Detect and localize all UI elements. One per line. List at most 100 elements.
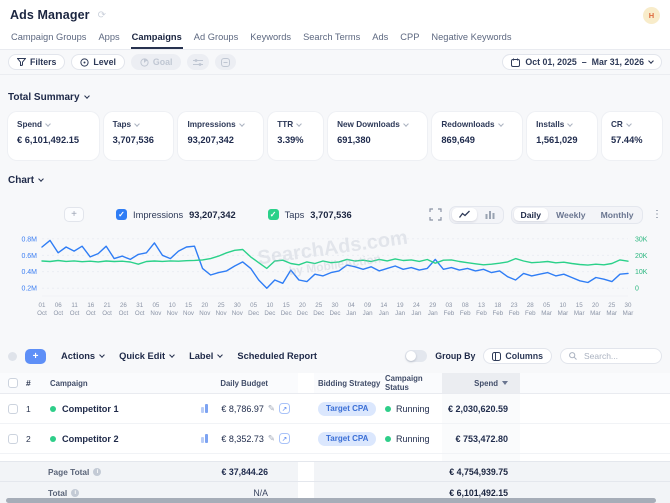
row-num: 2	[26, 424, 42, 453]
info-icon[interactable]: i	[71, 489, 79, 497]
row-checkbox[interactable]	[8, 434, 18, 444]
quick-edit-menu[interactable]: Quick Edit	[119, 351, 174, 361]
line-chart-canvas[interactable]: 0.8M30K0.6M20K0.4M10K0.2M001Oct06Oct11Oc…	[8, 228, 662, 324]
chevron-down-icon	[169, 352, 175, 358]
info-icon[interactable]: i	[93, 468, 101, 476]
filters-button[interactable]: Filters	[8, 54, 65, 70]
card-label: Redownloads	[441, 120, 494, 129]
total-label: Total	[48, 488, 67, 498]
funnel-icon	[17, 58, 26, 66]
campaign-name[interactable]: Competitor 1	[62, 404, 119, 414]
goal-arrow-icon[interactable]: ↗	[279, 403, 290, 414]
granularity-monthly[interactable]: Monthly	[594, 208, 641, 221]
add-metric-button[interactable]: +	[64, 207, 84, 222]
column-header-campaign[interactable]: Campaign	[42, 373, 196, 393]
chevron-down-icon[interactable]	[45, 121, 51, 127]
tab-keywords[interactable]: Keywords	[249, 30, 292, 49]
edit-pencil-icon[interactable]: ✎	[268, 403, 275, 414]
chevron-down-icon[interactable]	[498, 121, 504, 127]
tab-ads[interactable]: Ads	[371, 30, 389, 49]
running-dot-icon	[385, 436, 391, 442]
legend-taps[interactable]: ✓ Taps 3,707,536	[268, 209, 352, 220]
row-num: 3	[26, 454, 42, 461]
spend-header-label: Spend	[474, 379, 498, 388]
avatar[interactable]: H	[643, 7, 660, 24]
date-end: Mar 31, 2026	[592, 57, 644, 67]
table-header-row: # Campaign Daily Budget Bidding Strategy…	[0, 373, 670, 394]
scheduled-report-button[interactable]: Scheduled Report	[237, 351, 317, 361]
tab-cpp[interactable]: CPP	[399, 30, 420, 49]
campaign-name[interactable]: Competitor 2	[62, 434, 119, 444]
columns-button[interactable]: Columns	[483, 348, 552, 364]
row-checkbox[interactable]	[8, 404, 18, 414]
tab-campaign-groups[interactable]: Campaign Groups	[10, 30, 87, 49]
select-all-checkbox[interactable]	[8, 378, 18, 388]
granularity-weekly[interactable]: Weekly	[549, 208, 592, 221]
tab-campaigns[interactable]: Campaigns	[131, 30, 183, 49]
date-separator: –	[582, 57, 587, 67]
card-label: Installs	[536, 120, 564, 129]
page-title: Ads Manager	[10, 8, 90, 22]
search-box[interactable]	[560, 348, 662, 364]
edit-pencil-icon[interactable]: ✎	[268, 433, 275, 444]
goal-arrow-icon[interactable]: ↗	[279, 433, 290, 444]
chevron-down-icon[interactable]	[239, 121, 245, 127]
svg-text:15Mar: 15Mar	[574, 302, 585, 317]
svg-text:15Dec: 15Dec	[281, 302, 292, 317]
label-menu[interactable]: Label	[189, 351, 222, 361]
card-label: TTR	[277, 120, 293, 129]
legend-impressions[interactable]: ✓ Impressions 93,207,342	[116, 209, 236, 220]
chevron-down-icon[interactable]	[626, 121, 632, 127]
summary-card-taps: Taps 3,707,536	[104, 112, 174, 160]
total-summary-header[interactable]: Total Summary	[8, 91, 662, 103]
page-total-row: Page Total i € 37,844.26 € 4,754,939.75	[0, 461, 670, 481]
mini-chart-icon[interactable]	[201, 434, 208, 443]
fullscreen-icon[interactable]	[429, 208, 442, 221]
column-header-bidding-strategy[interactable]: Bidding Strategy	[314, 373, 383, 393]
search-input[interactable]	[582, 350, 652, 362]
chevron-down-icon	[84, 93, 90, 99]
chevron-down-icon[interactable]	[296, 121, 302, 127]
add-campaign-button[interactable]: +	[25, 349, 46, 364]
line-chart-button[interactable]	[452, 208, 477, 221]
column-header-daily-budget[interactable]: Daily Budget	[212, 373, 298, 393]
summary-card-impressions: Impressions 93,207,342	[178, 112, 263, 160]
svg-text:16Oct: 16Oct	[86, 302, 96, 317]
column-header-campaign-status[interactable]: Campaign Status	[383, 373, 442, 393]
chart-header[interactable]: Chart	[8, 174, 662, 186]
table-right-controls: Group By Columns	[405, 348, 662, 364]
mini-chart-icon[interactable]	[201, 404, 208, 413]
svg-text:28Feb: 28Feb	[525, 302, 536, 317]
column-header-spend[interactable]: Spend	[442, 373, 520, 393]
bar-chart-button[interactable]	[478, 208, 502, 221]
checkbox-checked-icon[interactable]: ✓	[268, 209, 279, 220]
tab-search-terms[interactable]: Search Terms	[302, 30, 361, 49]
column-header-num[interactable]: #	[26, 373, 42, 393]
calendar-icon	[511, 58, 520, 67]
tab-apps[interactable]: Apps	[97, 30, 120, 49]
card-value: 3.39%	[277, 135, 314, 145]
granularity-daily[interactable]: Daily	[514, 208, 549, 221]
chevron-down-icon[interactable]	[568, 121, 574, 127]
svg-text:20Mar: 20Mar	[590, 302, 601, 317]
svg-text:18Feb: 18Feb	[492, 302, 503, 317]
collapse-toggle-button[interactable]	[8, 352, 17, 361]
table-row: 1 Competitor 1 € 8,786.97 ✎ ↗ Target CPA…	[0, 394, 670, 424]
level-button[interactable]: Level	[71, 54, 125, 70]
horizontal-scrollbar[interactable]	[6, 498, 656, 503]
legend-value: 93,207,342	[189, 210, 236, 220]
refresh-icon[interactable]: ⟳	[98, 10, 106, 21]
minus-square-icon	[221, 58, 230, 67]
actions-menu[interactable]: Actions	[61, 351, 104, 361]
chevron-down-icon[interactable]	[403, 121, 409, 127]
svg-text:25Mar: 25Mar	[606, 302, 617, 317]
group-by-toggle[interactable]	[405, 350, 427, 362]
more-options-icon[interactable]: ⋮	[652, 209, 662, 220]
svg-text:20Dec: 20Dec	[297, 302, 308, 317]
chevron-down-icon[interactable]	[134, 121, 140, 127]
tab-ad-groups[interactable]: Ad Groups	[193, 30, 239, 49]
tab-negative-keywords[interactable]: Negative Keywords	[430, 30, 512, 49]
date-range-picker[interactable]: Oct 01, 2025 – Mar 31, 2026	[502, 54, 662, 70]
checkbox-checked-icon[interactable]: ✓	[116, 209, 127, 220]
actions-label: Actions	[61, 351, 95, 361]
